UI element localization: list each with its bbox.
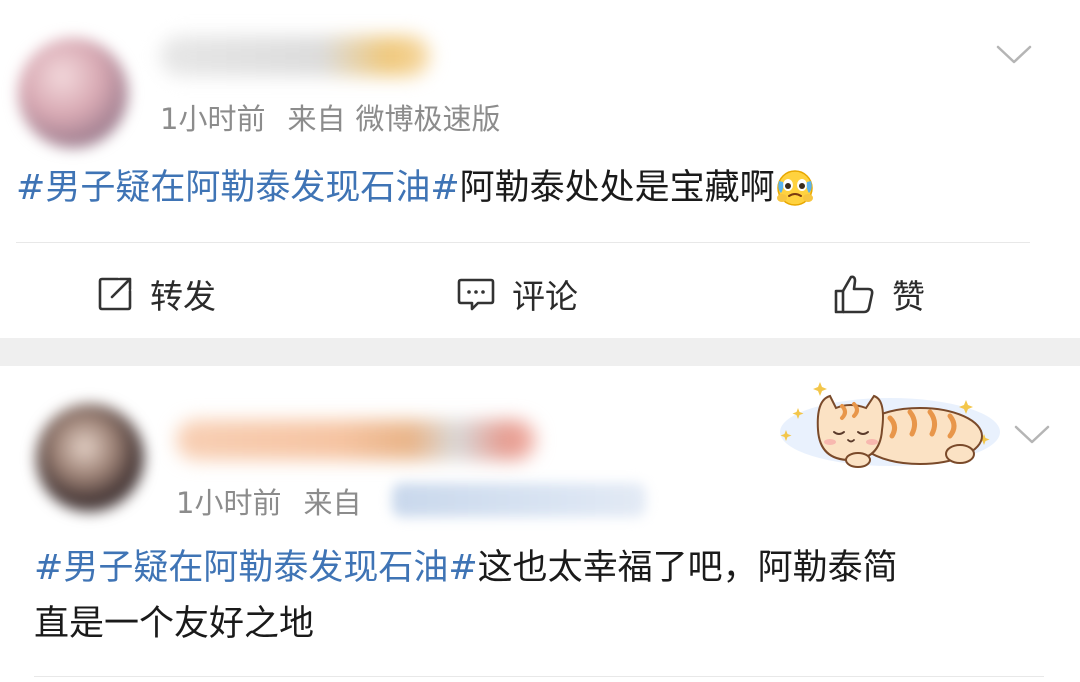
source-prefix: 来自 xyxy=(303,486,362,520)
post-body: 阿勒泰处处是宝藏啊 xyxy=(459,168,775,208)
source-prefix: 来自 xyxy=(287,102,346,136)
post-content: #男子疑在阿勒泰发现石油#阿勒泰处处是宝藏啊 xyxy=(16,160,815,216)
repost-label: 转发 xyxy=(150,277,216,316)
like-label: 赞 xyxy=(892,277,925,316)
comment-button[interactable]: 评论 xyxy=(456,268,578,320)
avatar[interactable] xyxy=(18,38,128,148)
topic-link[interactable]: #男子疑在阿勒泰发现石油# xyxy=(16,168,460,208)
chevron-down-icon[interactable] xyxy=(1014,424,1050,446)
post-meta: 1小时前 来自 微博极速版 xyxy=(160,96,522,138)
post-source-blurred[interactable] xyxy=(392,483,646,517)
post-body-line-1: 这也太幸福了吧，阿勒泰简 xyxy=(477,548,898,588)
post-source[interactable]: 微博极速版 xyxy=(355,102,500,136)
username-blurred[interactable] xyxy=(160,36,430,76)
divider xyxy=(16,242,1030,243)
topic-link[interactable]: #男子疑在阿勒泰发现石油# xyxy=(34,548,478,588)
comment-label: 评论 xyxy=(512,277,578,316)
repost-button[interactable]: 转发 xyxy=(96,268,216,320)
crying-happy-emoji-icon xyxy=(776,170,813,206)
chevron-down-icon[interactable] xyxy=(996,44,1032,66)
sleeping-cat-sticker xyxy=(780,382,1000,468)
like-button[interactable]: 赞 xyxy=(832,268,925,320)
post-body-line-2: 直是一个友好之地 xyxy=(34,604,315,644)
post-meta: 1小时前 来自 xyxy=(176,480,383,522)
weibo-post-1: 1小时前来自微博极速版 #男子疑在阿勒泰发现石油#阿勒泰处处是宝藏啊 转发 xyxy=(0,0,1080,338)
post-time: 1小时前 xyxy=(176,486,282,520)
comment-icon xyxy=(457,278,495,311)
divider xyxy=(34,676,1044,677)
thumbs-up-icon xyxy=(834,275,874,314)
avatar[interactable] xyxy=(36,404,144,512)
post-time: 1小时前 xyxy=(160,102,266,136)
post-separator xyxy=(0,338,1080,366)
username-blurred[interactable] xyxy=(176,420,536,460)
repost-icon xyxy=(98,277,132,311)
post-content: #男子疑在阿勒泰发现石油#这也太幸福了吧，阿勒泰简 直是一个友好之地 xyxy=(34,540,898,652)
